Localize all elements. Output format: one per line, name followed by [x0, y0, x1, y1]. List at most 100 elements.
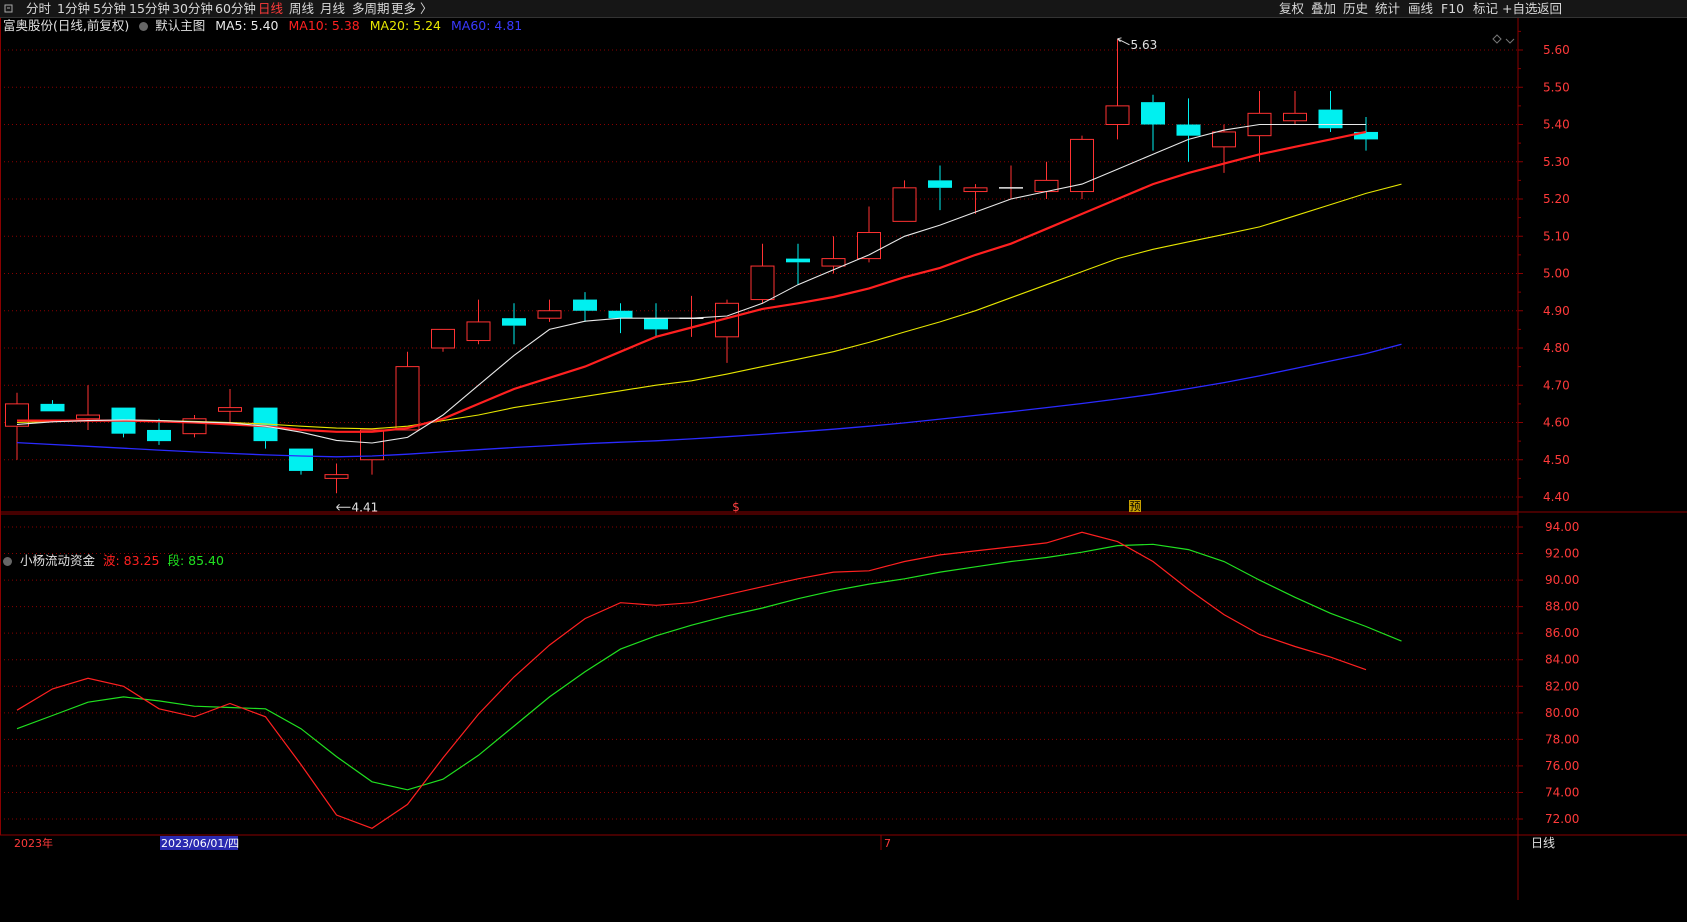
tool-button-8[interactable]: 返回 [1537, 0, 1562, 17]
period-tab-10[interactable]: 更多 〉 [391, 0, 432, 17]
candle-up[interactable] [466, 321, 491, 342]
indicator-tick-label: 88.00 [1545, 600, 1579, 614]
candle-up[interactable] [431, 328, 455, 349]
price-tick-label: 4.40 [1543, 490, 1570, 504]
price-tick-label: 5.40 [1543, 118, 1570, 132]
indicator-tick-label: 86.00 [1545, 626, 1579, 640]
candle-down[interactable] [573, 299, 597, 311]
bo-value: 波: 83.25 [102, 553, 160, 568]
candle-down[interactable] [40, 403, 65, 412]
ma5-line [16, 123, 1366, 444]
indicator-dot-icon[interactable] [3, 557, 12, 566]
candle-up[interactable] [1283, 112, 1307, 122]
duan-value: 段: 85.40 [167, 553, 224, 568]
candle-down[interactable] [147, 429, 171, 442]
indicator-tick-label: 90.00 [1545, 573, 1579, 587]
indicator-tick-label: 72.00 [1545, 812, 1579, 826]
period-tab-2[interactable]: 5分钟 [93, 0, 126, 17]
period-tab-7[interactable]: 周线 [289, 0, 314, 17]
candle-up[interactable] [1212, 131, 1236, 148]
candle-down[interactable] [289, 448, 313, 471]
price-tick-label: 4.90 [1543, 304, 1570, 318]
indicator-tick-label: 80.00 [1545, 706, 1579, 720]
indicator-tick-label: 76.00 [1545, 759, 1579, 773]
event-marker-yu: 预 [1130, 500, 1141, 513]
period-tab-4[interactable]: 30分钟 [172, 0, 213, 17]
price-tick-label: 5.10 [1543, 229, 1570, 243]
bo-line [16, 531, 1367, 829]
candle-up[interactable] [324, 474, 349, 479]
period-tab-6[interactable]: 日线 [258, 0, 283, 17]
tool-button-4[interactable]: 画线 [1408, 0, 1433, 17]
kline-chart-canvas[interactable]: 5.60 5.50 5.40 5.30 5.20 5.10 5.00 4.90 4.80 4.70… [0, 18, 1687, 918]
stock-title[interactable]: 富奥股份(日线,前复权) [3, 18, 129, 33]
ma60-label: MA60: 4.81 [451, 18, 523, 33]
low-arrow-icon [336, 503, 351, 511]
price-tick-label: 5.60 [1543, 43, 1570, 57]
tool-button-1[interactable]: 叠加 [1311, 0, 1336, 17]
x-label-month: 7 [884, 837, 891, 850]
main-chart-info: 富奥股份(日线,前复权) 默认主图 MA5: 5.40 MA10: 5.38 M… [3, 18, 522, 34]
sub-chart-info: 小杨流动资金 波: 83.25 段: 85.40 [3, 553, 224, 569]
ma5-label: MA5: 5.40 [215, 18, 279, 33]
price-tick-label: 4.50 [1543, 453, 1570, 467]
candle-up[interactable] [218, 407, 242, 412]
candle-down[interactable] [1141, 102, 1165, 125]
indicator-name[interactable]: 小杨流动资金 [20, 553, 95, 568]
period-tab-9[interactable]: 多周期 [352, 0, 390, 17]
price-tick-label: 4.60 [1543, 416, 1570, 430]
period-tab-0[interactable]: 分时 [26, 0, 51, 17]
candle-up[interactable] [892, 187, 917, 222]
price-tick-label: 4.70 [1543, 378, 1570, 392]
indicator-tick-label: 92.00 [1545, 547, 1579, 561]
indicator-tick-label: 82.00 [1545, 679, 1579, 693]
ma60-line [16, 343, 1402, 458]
price-tick-label: 5.30 [1543, 155, 1570, 169]
tool-button-0[interactable]: 复权 [1279, 0, 1304, 17]
period-toolbar: 分时 1分钟 5分钟 15分钟 30分钟 60分钟 日线 周线 月线 多周期 更多 〉 复权 叠加 历史… [0, 0, 1687, 18]
candle-down[interactable] [928, 180, 952, 188]
candle-up[interactable] [821, 258, 846, 267]
candle-up[interactable] [963, 187, 988, 193]
price-tick-label: 5.20 [1543, 192, 1570, 206]
price-tick-label: 4.80 [1543, 341, 1570, 355]
candle-down[interactable] [1176, 124, 1201, 136]
toolbar-menu-icon[interactable] [2, 0, 16, 17]
tool-button-2[interactable]: 历史 [1343, 0, 1368, 17]
period-tab-1[interactable]: 1分钟 [57, 0, 90, 17]
period-tab-5[interactable]: 60分钟 [215, 0, 256, 17]
diamond-icon[interactable] [1492, 34, 1502, 44]
candle-up[interactable] [750, 265, 775, 301]
template-label[interactable]: 默认主图 [155, 18, 205, 33]
tool-button-5[interactable]: F10 [1441, 0, 1464, 17]
ma10-line [17, 130, 1367, 433]
high-arrow-icon [1117, 37, 1130, 46]
event-marker-s: $ [732, 500, 740, 514]
indicator-tick-label: 78.00 [1545, 732, 1579, 746]
candle-down[interactable] [1318, 109, 1343, 129]
candle-up[interactable] [76, 414, 100, 420]
candle-down[interactable] [644, 318, 668, 330]
x-label-year: 2023年 [14, 836, 53, 850]
tool-button-6[interactable]: 标记 [1473, 0, 1498, 17]
tool-button-7[interactable]: +自选 [1502, 0, 1537, 17]
high-price-label: 5.63 [1131, 38, 1158, 52]
tool-button-3[interactable]: 统计 [1375, 0, 1400, 17]
price-tick-label: 5.50 [1543, 80, 1570, 94]
template-dot-icon[interactable] [139, 22, 149, 31]
period-tab-8[interactable]: 月线 [320, 0, 345, 17]
indicator-tick-label: 84.00 [1545, 653, 1579, 667]
candle-up[interactable] [395, 366, 420, 431]
candle-down[interactable] [608, 310, 633, 319]
candle-down[interactable] [502, 318, 526, 326]
duan-line [16, 543, 1402, 791]
ma10-label: MA10: 5.38 [288, 18, 360, 33]
candle-down[interactable] [786, 258, 810, 263]
candle-up[interactable] [537, 310, 562, 319]
indicator-tick-label: 94.00 [1545, 520, 1579, 534]
candle-up[interactable] [1105, 105, 1130, 125]
chart-area: 5.60 5.50 5.40 5.30 5.20 5.10 5.00 4.90 4.80 4.70… [0, 18, 1687, 918]
collapse-icon[interactable] [1505, 38, 1515, 44]
period-tab-3[interactable]: 15分钟 [129, 0, 170, 17]
candle-up[interactable] [5, 403, 29, 427]
